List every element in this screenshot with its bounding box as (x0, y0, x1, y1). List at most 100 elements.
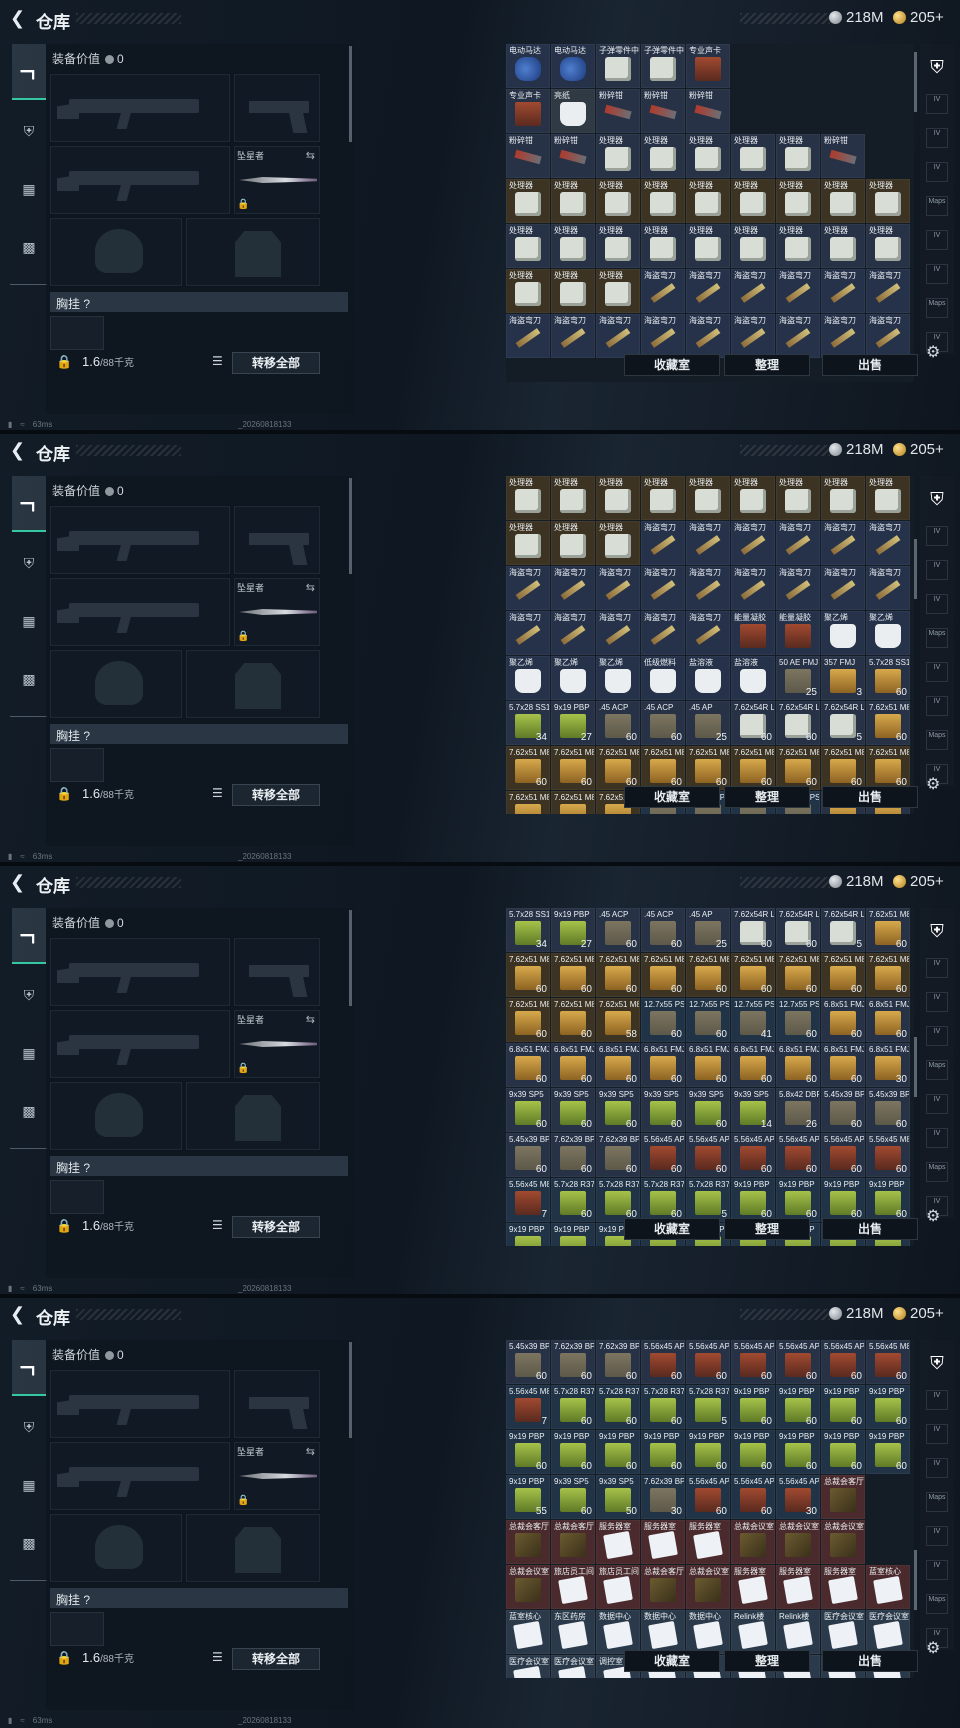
storage-item[interactable]: 亮纸 (551, 89, 595, 133)
pistol-slot[interactable] (234, 506, 320, 574)
storage-item[interactable]: 9x19 PBP 60 (866, 1430, 910, 1474)
case-icon[interactable]: ▩ (20, 238, 38, 256)
swap-icon[interactable]: ⇆ (306, 1445, 315, 1458)
storage-item[interactable]: 5.56x45 AP 30 (776, 1475, 820, 1519)
sort-button[interactable]: 整理 (724, 786, 810, 808)
storage-item[interactable]: .45 AP 25 (686, 701, 730, 745)
primary-weapon-slot[interactable] (50, 74, 230, 142)
storage-tab[interactable]: IV (926, 992, 948, 1012)
storage-item[interactable]: 子弹零件中 (641, 44, 685, 88)
list-icon[interactable]: ☰ (212, 354, 223, 368)
storage-item[interactable]: 总裁会议室 (731, 1520, 775, 1564)
storage-tab[interactable]: IV (926, 1094, 948, 1114)
secondary-weapon-slot[interactable] (50, 578, 230, 646)
gold-coin-icon[interactable] (893, 875, 906, 888)
storage-item[interactable]: 海盗弯刀 (776, 269, 820, 313)
storage-item[interactable]: 处理器 (686, 134, 730, 178)
gear-icon[interactable]: ⚙ (926, 342, 940, 362)
storage-item[interactable]: 9x19 PBP (506, 1223, 550, 1246)
collection-room-button[interactable]: 收藏室 (624, 354, 720, 376)
storage-item[interactable]: 聚乙烯 (506, 656, 550, 700)
storage-item[interactable]: 7.62x54R LPS 60 (776, 908, 820, 952)
storage-item[interactable]: 5.45x39 BP 60 (506, 1340, 550, 1384)
storage-item[interactable]: 海盗弯刀 (776, 566, 820, 610)
gold-coin-icon[interactable] (893, 1307, 906, 1320)
storage-item[interactable]: 9x19 PBP 60 (821, 1178, 865, 1222)
transfer-all-button[interactable]: 转移全部 (232, 1216, 320, 1238)
storage-icon[interactable]: ⛨ (924, 54, 950, 80)
storage-item[interactable]: 总裁会客厅 (821, 1475, 865, 1519)
storage-tab[interactable]: IV (926, 1390, 948, 1410)
storage-item[interactable]: 海盗弯刀 (731, 566, 775, 610)
storage-item[interactable]: 总裁会议室 (686, 1565, 730, 1609)
storage-item[interactable]: 处理器 (776, 134, 820, 178)
storage-tab[interactable]: IV (926, 162, 948, 182)
storage-item[interactable]: 子弹零件中 (596, 44, 640, 88)
storage-item[interactable]: 5.7x28 R37 60 (551, 1178, 595, 1222)
storage-item[interactable]: 海盗弯刀 (866, 314, 910, 358)
storage-item[interactable]: 12.7x55 PS12 60 (776, 998, 820, 1042)
storage-item[interactable]: 7.62x51 M80 60 (686, 746, 730, 790)
storage-item[interactable]: 7.62x51 M80 60 (776, 953, 820, 997)
storage-item[interactable]: 海盗弯刀 (641, 521, 685, 565)
primary-weapon-slot[interactable] (50, 506, 230, 574)
pistol-slot[interactable] (234, 1370, 320, 1438)
storage-tab[interactable]: Maps (926, 730, 948, 750)
storage-item[interactable]: 处理器 (596, 224, 640, 268)
storage-item[interactable]: 7.62x39 BP 60 (551, 1133, 595, 1177)
transfer-all-button[interactable]: 转移全部 (232, 784, 320, 806)
storage-item[interactable]: 处理器 (596, 269, 640, 313)
back-chevron-icon[interactable]: ❮ (10, 9, 26, 27)
weight-lock-icon[interactable]: 🔒 (56, 786, 72, 802)
back-chevron-icon[interactable]: ❮ (10, 873, 26, 891)
storage-item[interactable]: 7.62x51 M80 60 (821, 746, 865, 790)
armor-slot[interactable] (186, 218, 320, 286)
chest-rig-header[interactable]: 胸挂 ? (50, 292, 348, 312)
storage-item[interactable]: 7.62x51 M80 60 (551, 953, 595, 997)
storage-item[interactable]: 海盗弯刀 (821, 566, 865, 610)
storage-item[interactable]: 处理器 (596, 521, 640, 565)
storage-item[interactable]: 6.8x51 FMJ 60 (821, 998, 865, 1042)
storage-item[interactable]: 5.7x28 R37 60 (551, 1385, 595, 1429)
storage-item[interactable]: 6.8x51 FMJ 60 (641, 1043, 685, 1087)
storage-item[interactable]: 5.56x45 M855A1 60 (866, 1340, 910, 1384)
storage-item[interactable]: 6.8x51 FMJ 60 (596, 1043, 640, 1087)
storage-item[interactable]: 50 AE FMJ 25 (776, 656, 820, 700)
storage-item[interactable]: 6.8x51 FMJ 60 (686, 1043, 730, 1087)
storage-item[interactable]: 5.56x45 AP 60 (776, 1133, 820, 1177)
storage-item[interactable]: 5.56x45 AP 60 (686, 1133, 730, 1177)
storage-item[interactable]: 医疗会议室 (866, 1610, 910, 1654)
storage-item[interactable]: 海盗弯刀 (821, 269, 865, 313)
chest-rig-slot[interactable] (50, 316, 104, 350)
storage-item[interactable]: 9x19 PBP 55 (506, 1475, 550, 1519)
storage-tab[interactable]: IV (926, 1128, 948, 1148)
storage-item[interactable]: .45 ACP 60 (641, 701, 685, 745)
storage-item[interactable]: 7.62x51 M80 (551, 791, 595, 814)
chest-rig-header[interactable]: 胸挂 ? (50, 724, 348, 744)
storage-item[interactable]: 聚乙烯 (866, 611, 910, 655)
storage-item[interactable]: 7.62x51 M80 60 (506, 998, 550, 1042)
storage-item[interactable]: 9x19 PBP 60 (776, 1178, 820, 1222)
storage-item[interactable]: 7.62x51 M80 60 (596, 746, 640, 790)
storage-tab[interactable]: Maps (926, 1060, 948, 1080)
storage-item[interactable]: 专业声卡 (686, 44, 730, 88)
list-icon[interactable]: ☰ (212, 1650, 223, 1664)
storage-item[interactable]: 海盗弯刀 (731, 521, 775, 565)
storage-item[interactable]: 7.62x51 M80 60 (506, 953, 550, 997)
storage-item[interactable]: 9x39 SP5 14 (731, 1088, 775, 1132)
storage-item[interactable]: 5.56x45 M855A1 7 (506, 1385, 550, 1429)
storage-item[interactable]: 总裁会客厅 (506, 1520, 550, 1564)
gear-icon[interactable]: ⚙ (926, 1638, 940, 1658)
storage-tab[interactable]: IV (926, 230, 948, 250)
helmet-slot[interactable] (50, 650, 182, 718)
storage-item[interactable]: 7.62x51 M80 60 (686, 953, 730, 997)
weight-lock-icon[interactable]: 🔒 (56, 1218, 72, 1234)
storage-item[interactable]: 蓝室核心 (506, 1610, 550, 1654)
storage-tab[interactable]: Maps (926, 196, 948, 216)
storage-item[interactable]: 数据中心 (596, 1610, 640, 1654)
melee-slot[interactable]: 坠星者 ⇆ 🔒 (234, 1010, 320, 1078)
storage-item[interactable]: 医疗会议室 (821, 1610, 865, 1654)
pistol-slot[interactable] (234, 74, 320, 142)
storage-item[interactable]: 9x39 SP5 60 (551, 1088, 595, 1132)
storage-item[interactable]: 7.62x39 BP 60 (551, 1340, 595, 1384)
